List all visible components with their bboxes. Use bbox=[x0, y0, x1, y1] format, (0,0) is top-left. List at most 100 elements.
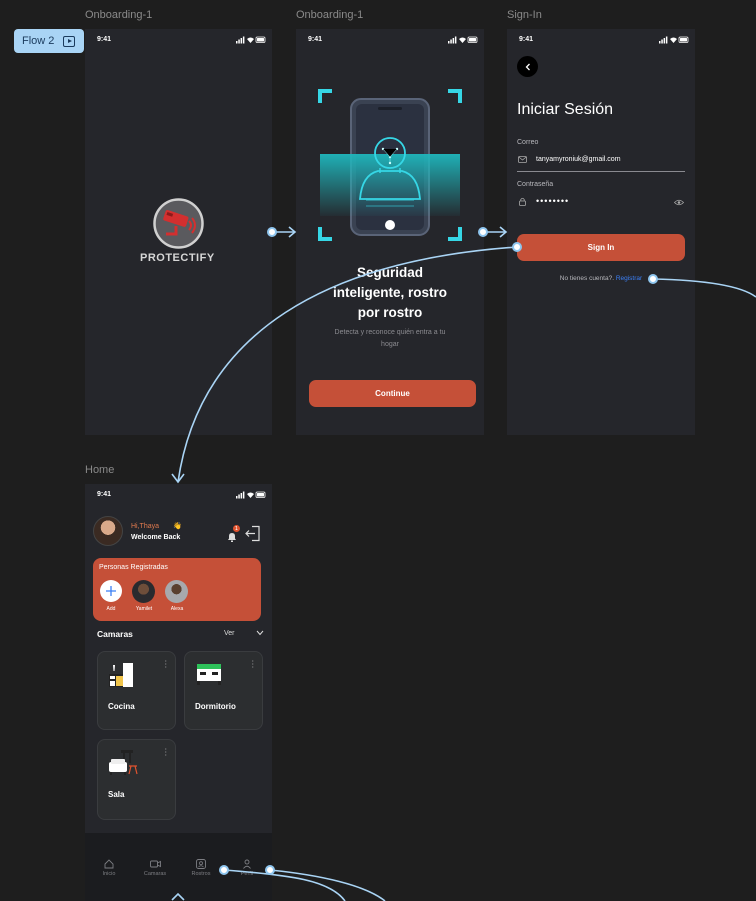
kitchen-icon bbox=[109, 663, 133, 687]
wave-icon: 👋 bbox=[172, 523, 182, 530]
nav-item-camaras[interactable]: Camaras bbox=[139, 859, 171, 877]
video-camera-icon bbox=[149, 860, 161, 868]
person-label-alexa: Alexa bbox=[170, 606, 184, 612]
status-icons bbox=[236, 36, 266, 46]
status-bar: 9:41 bbox=[296, 29, 484, 49]
flow-tag-label: Flow 2 bbox=[22, 35, 55, 47]
greeting-name: Hi,Thaya bbox=[131, 523, 160, 530]
room-card-cocina[interactable]: · · · Cocina bbox=[97, 651, 176, 730]
bell-icon bbox=[228, 533, 236, 542]
frame-label-home: Home bbox=[85, 464, 115, 476]
password-field[interactable]: •••••••• bbox=[536, 196, 569, 206]
connector-handle[interactable] bbox=[648, 274, 658, 284]
more-options-icon[interactable]: · · · bbox=[164, 658, 167, 672]
room-label-cocina: Cocina bbox=[108, 702, 135, 711]
status-icons bbox=[448, 36, 478, 46]
status-icons bbox=[659, 36, 689, 46]
subtext-line-1: Detecta y reconoce quién entra a tu bbox=[334, 329, 446, 336]
status-bar: 9:41 bbox=[85, 484, 272, 504]
eye-icon[interactable] bbox=[674, 199, 684, 206]
password-label: Contraseña bbox=[517, 181, 554, 188]
signin-title: Iniciar Sesión bbox=[517, 101, 614, 118]
onboarding-subtext: Detecta y reconoce quién entra a tu hoga… bbox=[296, 327, 484, 351]
registered-title: Personas Registradas bbox=[99, 564, 168, 571]
welcome-text: Welcome Back bbox=[131, 534, 181, 541]
continue-button[interactable]: Continue bbox=[309, 380, 476, 407]
onboarding-headline: Seguridad inteligente, rostro por rostro bbox=[296, 263, 484, 323]
no-account-text: No tienes cuenta?. bbox=[559, 275, 614, 282]
room-label-sala: Sala bbox=[108, 790, 125, 799]
email-field[interactable]: tanyamyroniuk@gmail.com bbox=[536, 156, 621, 163]
status-icons bbox=[236, 491, 266, 501]
nav-item-rostros[interactable]: Rostros bbox=[185, 859, 217, 877]
plus-icon bbox=[106, 586, 116, 596]
nav-label-inicio: Inicio bbox=[102, 871, 116, 877]
connector-handle[interactable] bbox=[267, 227, 277, 237]
subtext-line-2: hogar bbox=[381, 341, 399, 348]
flow-tag[interactable]: Flow 2 bbox=[14, 29, 84, 53]
greeting-text: Hi,Thaya 👋 bbox=[131, 522, 182, 530]
status-time: 9:41 bbox=[308, 36, 323, 43]
cameras-title: Camaras bbox=[97, 629, 133, 639]
status-time: 9:41 bbox=[97, 491, 112, 498]
nav-item-inicio[interactable]: Inicio bbox=[93, 859, 125, 877]
logout-icon[interactable] bbox=[245, 525, 261, 542]
play-icon[interactable] bbox=[63, 35, 76, 47]
email-label: Correo bbox=[517, 139, 539, 146]
mail-icon bbox=[518, 156, 527, 163]
add-person-button[interactable] bbox=[100, 580, 122, 602]
more-options-icon[interactable]: · · · bbox=[164, 746, 167, 760]
sofa-icon bbox=[109, 750, 138, 775]
signin-button[interactable]: Sign In bbox=[517, 234, 685, 261]
logo-text: PROTECTIFY bbox=[140, 252, 215, 264]
connector-handle[interactable] bbox=[219, 865, 229, 875]
signin-screen: 9:41 Iniciar Sesión Correo tanyamyroniuk… bbox=[507, 29, 695, 435]
home-icon bbox=[104, 859, 114, 869]
frame-label-onboarding-2: Onboarding-1 bbox=[296, 9, 364, 21]
nav-label-perfil: Perfil bbox=[240, 871, 254, 877]
headline-line-1: Seguridad bbox=[356, 265, 423, 280]
person-avatar-alexa[interactable] bbox=[165, 580, 188, 603]
person-avatar-yamilet[interactable] bbox=[132, 580, 155, 603]
camera-logo-icon bbox=[153, 198, 204, 249]
onboarding-splash-screen: 9:41 PROTECTIFY bbox=[85, 29, 272, 435]
nav-item-perfil[interactable]: Perfil bbox=[231, 859, 263, 877]
lock-icon bbox=[519, 197, 526, 206]
connector-handle[interactable] bbox=[265, 865, 275, 875]
onboarding-face-screen: 9:41 Seguridad inteligente, rostro por r… bbox=[296, 29, 484, 435]
bed-icon bbox=[197, 664, 221, 685]
nav-label-camaras: Camaras bbox=[143, 871, 167, 877]
chevron-left-icon bbox=[525, 63, 530, 70]
registered-people-card: Personas Registradas Add Yamilet Alexa bbox=[93, 558, 261, 621]
status-time: 9:41 bbox=[97, 36, 112, 43]
notification-button[interactable]: 1 bbox=[226, 525, 240, 542]
notification-badge: 1 bbox=[233, 525, 240, 532]
headline-line-3: por rostro bbox=[357, 305, 423, 320]
face-scan-illustration bbox=[318, 89, 462, 241]
see-all-link[interactable]: Ver bbox=[224, 630, 235, 637]
person-label-add: Add bbox=[106, 606, 116, 612]
home-screen: 9:41 Hi,Thaya 👋 Welcome Back 1 Personas … bbox=[85, 484, 272, 901]
status-bar: 9:41 bbox=[85, 29, 272, 49]
frame-label-onboarding-1: Onboarding-1 bbox=[85, 9, 153, 21]
connector-handle[interactable] bbox=[512, 242, 522, 252]
avatar[interactable] bbox=[93, 516, 123, 546]
register-link[interactable]: Registrar bbox=[616, 275, 642, 282]
user-icon bbox=[243, 859, 251, 869]
face-id-icon bbox=[196, 859, 206, 869]
back-button[interactable] bbox=[517, 56, 538, 77]
status-bar: 9:41 bbox=[507, 29, 695, 49]
room-card-dormitorio[interactable]: · · · Dormitorio bbox=[184, 651, 263, 730]
email-underline bbox=[517, 171, 685, 172]
room-label-dormitorio: Dormitorio bbox=[195, 702, 236, 711]
headline-line-2: inteligente, rostro bbox=[332, 285, 447, 300]
nav-label-rostros: Rostros bbox=[191, 871, 211, 877]
status-time: 9:41 bbox=[519, 36, 534, 43]
room-card-sala[interactable]: · · · Sala bbox=[97, 739, 176, 820]
register-prompt: No tienes cuenta?. Registrar bbox=[507, 275, 695, 282]
frame-label-signin: Sign-In bbox=[507, 9, 542, 21]
bottom-nav: Inicio Camaras Rostros Perfil bbox=[85, 833, 272, 901]
more-options-icon[interactable]: · · · bbox=[251, 658, 254, 672]
connector-handle[interactable] bbox=[478, 227, 488, 237]
chevron-down-icon[interactable] bbox=[256, 630, 264, 636]
